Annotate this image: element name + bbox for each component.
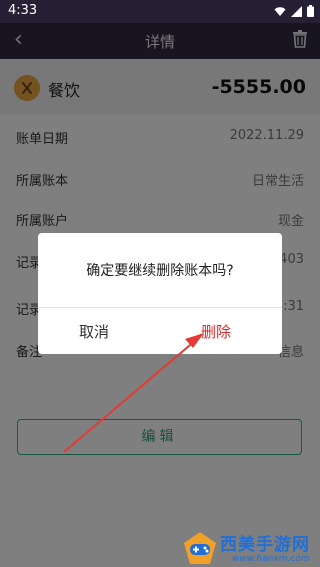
watermark: 西美手游网 www.hanxm.com bbox=[180, 528, 320, 567]
watermark-text: 西美手游网 bbox=[220, 535, 310, 555]
gamepad-logo-icon bbox=[184, 532, 216, 564]
annotation-arrow bbox=[63, 333, 204, 453]
watermark-url: www.hanxm.com bbox=[232, 554, 310, 564]
